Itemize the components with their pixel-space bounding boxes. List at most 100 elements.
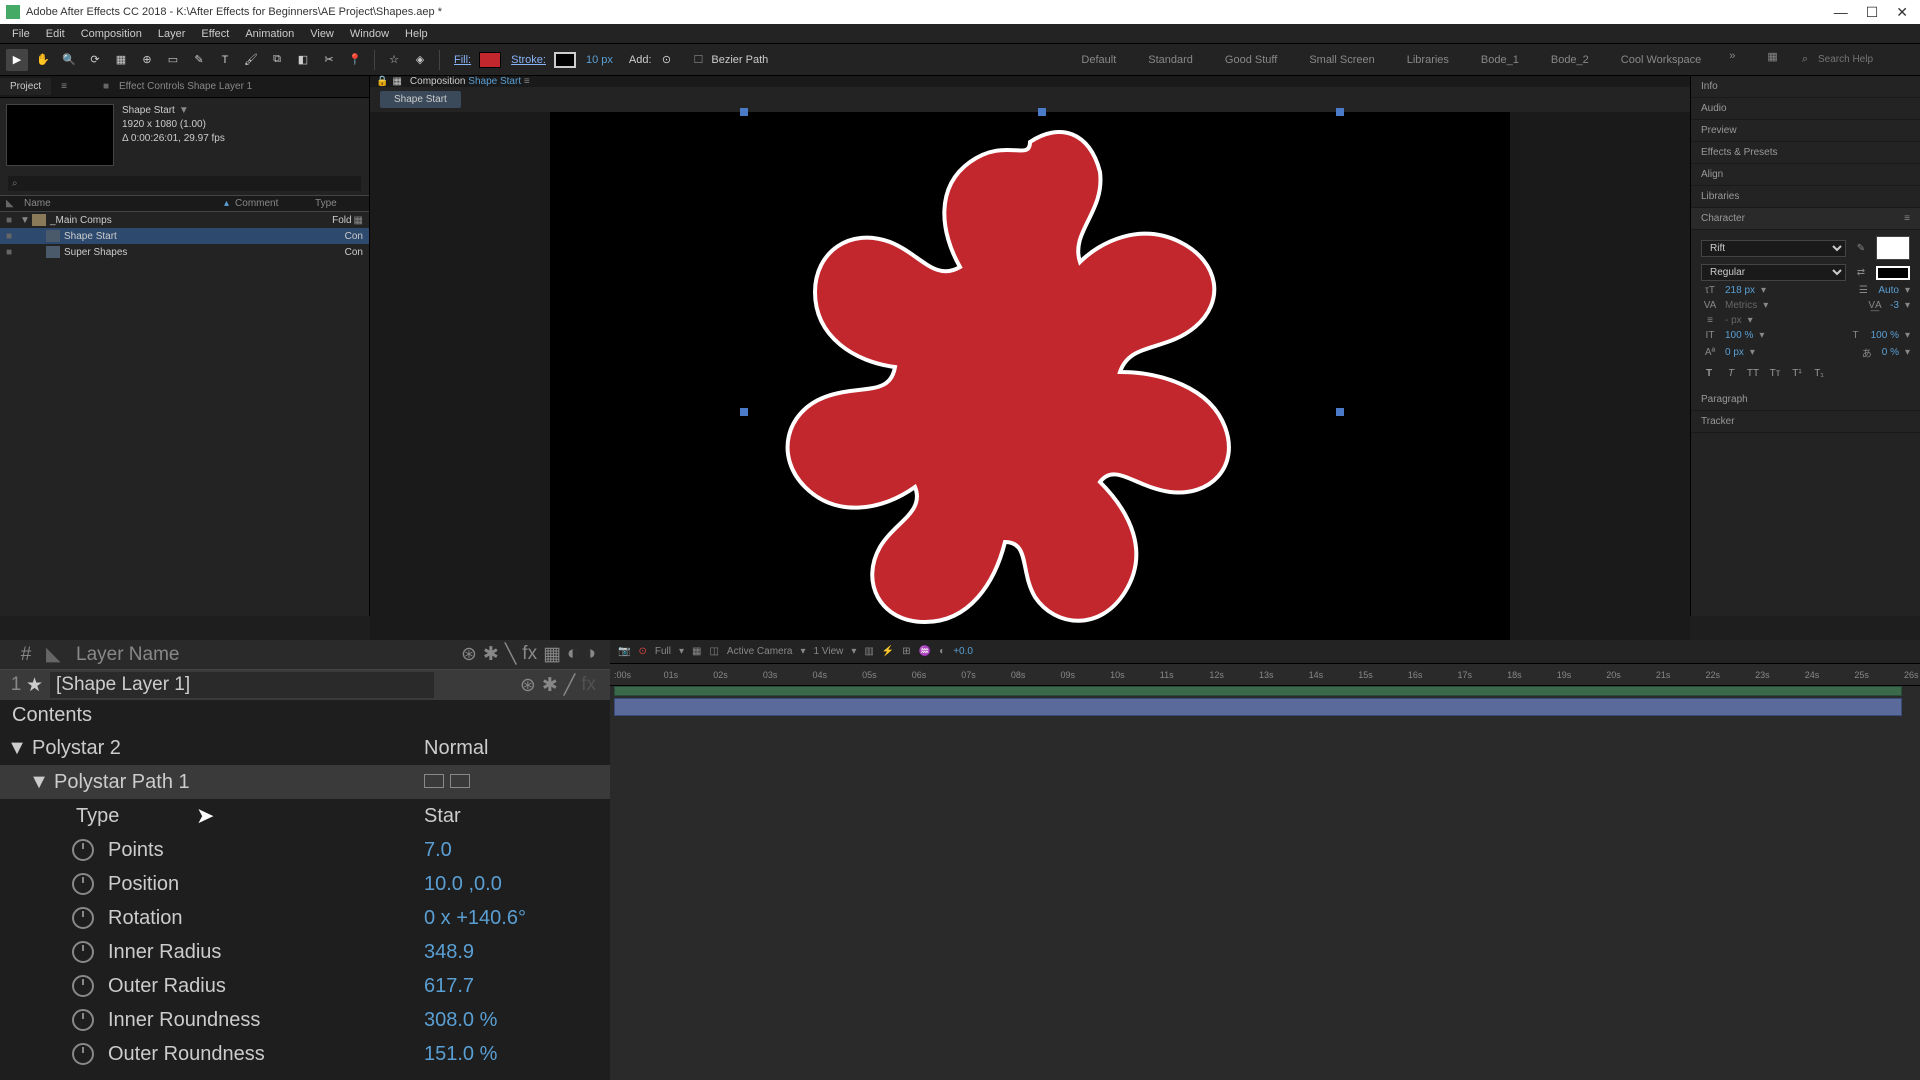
project-search[interactable] — [8, 176, 361, 191]
clone-tool[interactable]: ⧉ — [266, 49, 288, 71]
tab-project[interactable]: Project — [0, 78, 51, 95]
comp-super-shapes[interactable]: ■ Super Shapes Con — [0, 244, 369, 260]
viewer-comp-name[interactable]: Shape Start — [468, 76, 521, 87]
sel-handle[interactable] — [740, 408, 748, 416]
eraser-tool[interactable]: ◧ — [292, 49, 314, 71]
rotate-tool[interactable]: ⟳ — [84, 49, 106, 71]
stopwatch-icon[interactable] — [72, 1009, 94, 1031]
snap-option[interactable]: ◈ — [409, 49, 431, 71]
pan-behind-tool[interactable]: ⊕ — [136, 49, 158, 71]
timeline-ruler[interactable]: :00s01s02s03s04s05s06s07s08s09s10s11s12s… — [610, 664, 1920, 686]
prop-outer-radius[interactable]: Outer Radius 617.7 — [0, 969, 610, 1003]
layer-name-field[interactable]: [Shape Layer 1] — [50, 672, 434, 698]
panel-character[interactable]: Character≡ — [1691, 208, 1920, 230]
fill-color-swatch[interactable] — [1876, 236, 1910, 260]
type-tool[interactable]: T — [214, 49, 236, 71]
lock-icon[interactable]: 🔒 — [376, 76, 388, 87]
prop-inner-roundness[interactable]: Inner Roundness 308.0 % — [0, 1003, 610, 1037]
stopwatch-icon[interactable] — [72, 1043, 94, 1065]
sel-handle[interactable] — [1038, 108, 1046, 116]
char-stroke-width[interactable]: - px — [1725, 315, 1742, 326]
menu-edit[interactable]: Edit — [38, 26, 73, 42]
stopwatch-icon[interactable] — [72, 839, 94, 861]
hand-tool[interactable]: ✋ — [32, 49, 54, 71]
subscript-button[interactable]: T₁ — [1811, 368, 1827, 379]
font-family[interactable]: Rift — [1701, 240, 1846, 257]
camera-dropdown[interactable]: Active Camera — [727, 646, 793, 657]
camera-tool[interactable]: ▦ — [110, 49, 132, 71]
switch-shy-icon[interactable]: ⊛ — [461, 643, 477, 666]
channel-icon[interactable]: ⊙ — [638, 646, 646, 657]
project-col-name[interactable]: Name — [24, 198, 224, 209]
prop-points[interactable]: Points 7.0 — [0, 833, 610, 867]
folder-main-comps[interactable]: ■ ▼ _Main Comps Fold ▦ — [0, 212, 369, 228]
superscript-button[interactable]: T¹ — [1789, 368, 1805, 379]
contents-header[interactable]: Contents — [0, 700, 610, 731]
brush-tool[interactable]: 🖌 — [240, 49, 262, 71]
panel-audio[interactable]: Audio — [1691, 98, 1920, 120]
stroke-color-swatch[interactable] — [1876, 266, 1910, 280]
snapshot-icon[interactable]: 📷 — [618, 646, 630, 657]
menu-help[interactable]: Help — [397, 26, 436, 42]
menu-composition[interactable]: Composition — [73, 26, 150, 42]
group-polystar-path-1[interactable]: ▼ Polystar Path 1 — [0, 765, 610, 799]
prop-rotation[interactable]: Rotation 0 x +140.6° — [0, 901, 610, 935]
switch-frame-blend-icon[interactable]: ▦ — [543, 643, 561, 666]
fast-preview-icon[interactable]: ⚡ — [882, 646, 894, 657]
fill-swatch[interactable] — [479, 52, 501, 68]
views-dropdown[interactable]: 1 View — [814, 646, 844, 657]
stopwatch-icon[interactable] — [72, 941, 94, 963]
snap-toggle[interactable]: ☆ — [383, 49, 405, 71]
timeline-body[interactable] — [610, 686, 1920, 1080]
prop-outer-roundness[interactable]: Outer Roundness 151.0 % — [0, 1037, 610, 1071]
grid-icon[interactable]: ▦ — [692, 646, 701, 657]
switch-collapse-icon[interactable]: ✱ — [483, 643, 499, 666]
eyedropper-icon[interactable]: ✎ — [1852, 243, 1870, 254]
layer-duration-bar[interactable] — [614, 698, 1902, 716]
switch-quality-icon[interactable]: ╲ — [505, 643, 516, 666]
timeline-icon[interactable]: ⊞ — [902, 646, 910, 657]
smallcaps-button[interactable]: Tᴛ — [1767, 368, 1783, 379]
panel-libraries[interactable]: Libraries — [1691, 186, 1920, 208]
panel-paragraph[interactable]: Paragraph — [1691, 389, 1920, 411]
leading-value[interactable]: Auto — [1878, 285, 1899, 296]
tracking-value[interactable]: -3 — [1890, 300, 1899, 311]
bold-button[interactable]: T — [1701, 368, 1717, 379]
fill-label[interactable]: Fill: — [454, 54, 471, 66]
ws-standard[interactable]: Standard — [1144, 50, 1197, 70]
ws-good-stuff[interactable]: Good Stuff — [1221, 50, 1281, 70]
pixel-aspect-icon[interactable]: ▥ — [864, 646, 873, 657]
stopwatch-icon[interactable] — [72, 907, 94, 929]
ws-bode2[interactable]: Bode_2 — [1547, 50, 1593, 70]
switch-fx-icon[interactable]: fx — [522, 643, 537, 666]
stopwatch-icon[interactable] — [72, 873, 94, 895]
ws-cool[interactable]: Cool Workspace — [1617, 50, 1706, 70]
search-help-input[interactable] — [1814, 52, 1914, 67]
zoom-tool[interactable]: 🔍 — [58, 49, 80, 71]
close-button[interactable]: ✕ — [1896, 4, 1908, 21]
ws-bode1[interactable]: Bode_1 — [1477, 50, 1523, 70]
sel-handle[interactable] — [1336, 408, 1344, 416]
switch-motion-blur-icon[interactable]: ◐ — [567, 643, 578, 666]
menu-animation[interactable]: Animation — [237, 26, 302, 42]
comp-thumbnail[interactable] — [6, 104, 114, 166]
stroke-swatch[interactable] — [554, 52, 576, 68]
stroke-width[interactable]: 10 px — [586, 54, 613, 66]
ws-default[interactable]: Default — [1077, 50, 1120, 70]
sel-handle[interactable] — [1336, 108, 1344, 116]
font-weight[interactable]: Regular — [1701, 264, 1846, 281]
font-size[interactable]: 218 px — [1725, 285, 1755, 296]
selection-tool[interactable]: ▶ — [6, 49, 28, 71]
vscale-value[interactable]: 100 % — [1725, 330, 1753, 341]
layer-icon[interactable]: ▦ — [392, 76, 401, 87]
mask-icon[interactable]: ◫ — [709, 646, 718, 657]
hscale-value[interactable]: 100 % — [1871, 330, 1899, 341]
pen-tool[interactable]: ✎ — [188, 49, 210, 71]
group-polystar-2[interactable]: ▼ Polystar 2 Normal — [0, 731, 610, 765]
exposure-reset-icon[interactable]: ◐ — [939, 646, 945, 657]
menu-effect[interactable]: Effect — [193, 26, 237, 42]
italic-button[interactable]: T — [1723, 368, 1739, 379]
panel-preview[interactable]: Preview — [1691, 120, 1920, 142]
ws-small-screen[interactable]: Small Screen — [1305, 50, 1378, 70]
shape-tool[interactable]: ▭ — [162, 49, 184, 71]
